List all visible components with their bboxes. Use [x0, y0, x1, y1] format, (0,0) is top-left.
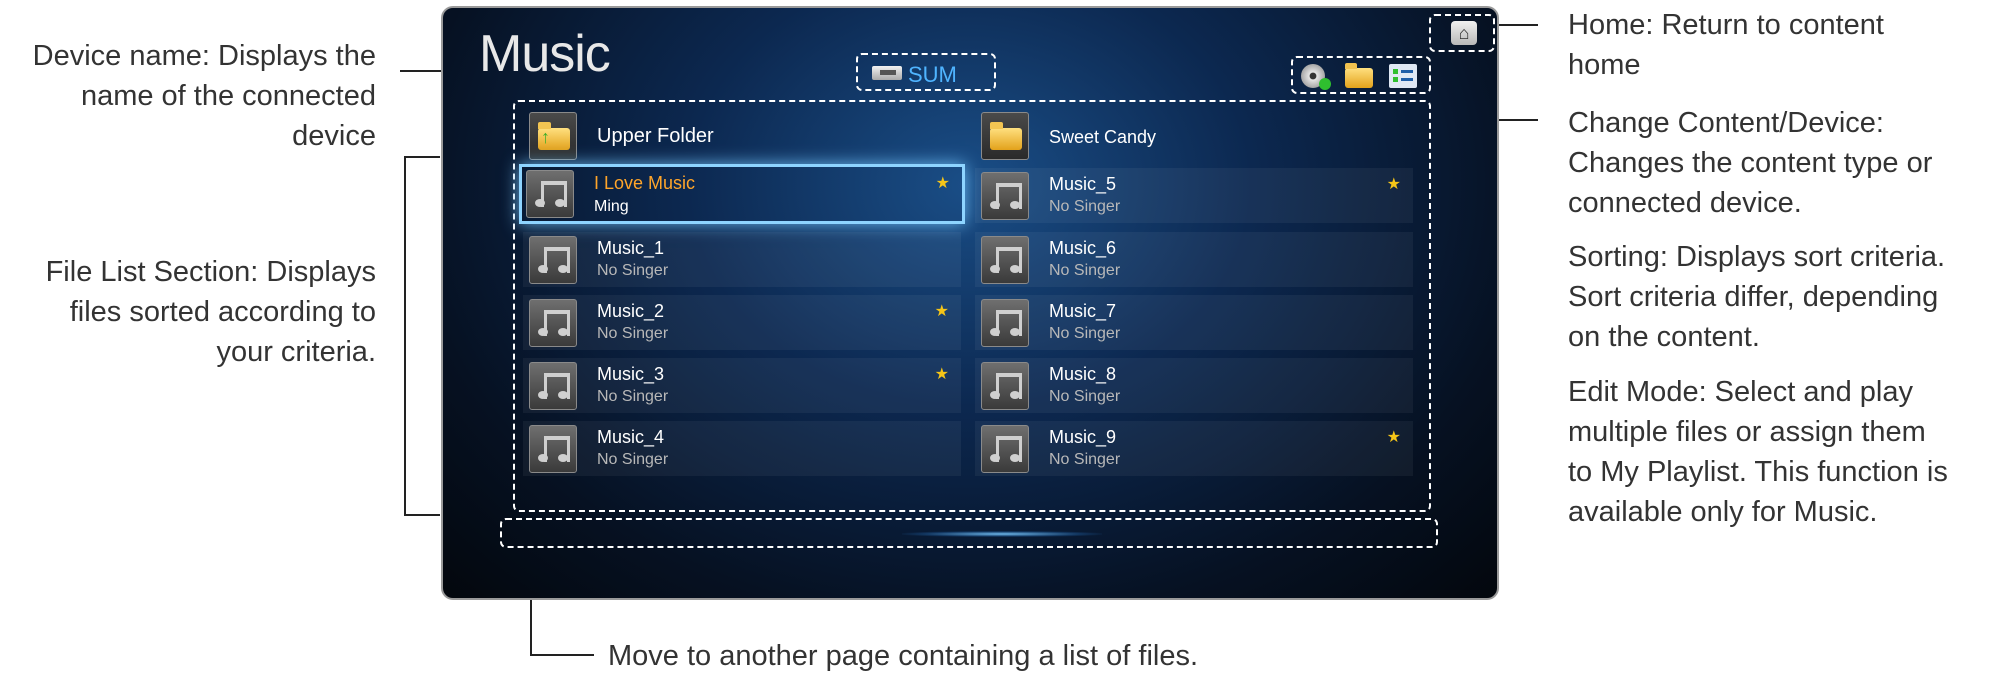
callout-device-name: Device name: Displays the name of the co… — [32, 40, 376, 152]
list-item[interactable]: Music_1 No Singer — [523, 232, 961, 287]
upper-folder-icon: ↑ — [529, 112, 577, 160]
item-artist: Ming — [594, 198, 629, 215]
item-artist: No Singer — [597, 325, 669, 342]
item-title: Music_7 — [1049, 301, 1117, 321]
callout-change-content: Change Content/Device: Changes the conte… — [1568, 107, 1933, 219]
folder-icon — [981, 112, 1029, 160]
list-item-selected[interactable]: I Love Music Ming ★ — [519, 164, 965, 224]
item-title: Music_1 — [597, 238, 665, 258]
list-item[interactable]: Music_8 No Singer — [975, 358, 1413, 413]
home-button[interactable]: ⌂ — [1429, 14, 1495, 52]
music-note-icon — [981, 172, 1029, 220]
file-list-section: ↑ Upper Folder I Love Music Ming ★ Music… — [513, 100, 1431, 512]
favorite-star-icon: ★ — [934, 366, 949, 383]
page-navigation-bar[interactable] — [500, 518, 1438, 548]
music-note-icon — [526, 170, 574, 218]
list-item-folder[interactable]: Sweet Candy — [975, 108, 1413, 163]
music-note-icon — [981, 425, 1029, 473]
bracket-file-list-bottom — [404, 514, 440, 516]
bracket-file-list-top — [404, 156, 440, 158]
favorite-star-icon: ★ — [1386, 176, 1401, 193]
list-item[interactable]: Music_7 No Singer — [975, 295, 1413, 350]
item-title: Sweet Candy — [1049, 127, 1157, 147]
device-name-button[interactable]: SUM — [856, 53, 996, 91]
item-artist: No Singer — [597, 262, 669, 279]
favorite-star-icon: ★ — [935, 175, 950, 192]
favorite-star-icon: ★ — [1386, 429, 1401, 446]
list-item[interactable]: Music_4 No Singer — [523, 421, 961, 476]
callout-edit-mode: Edit Mode: Select and play multiple file… — [1568, 376, 1948, 528]
callout-file-list: File List Section: Displays files sorted… — [45, 256, 376, 368]
item-title: Music_5 — [1049, 174, 1117, 194]
list-item[interactable]: Music_2 No Singer ★ — [523, 295, 961, 350]
item-title: Music_6 — [1049, 238, 1117, 258]
change-content-disc-icon[interactable] — [1301, 64, 1331, 90]
tv-screen: Music SUM ⌂ ↑ Upper Folder I Love Music … — [441, 6, 1499, 600]
list-item-upper-folder[interactable]: ↑ Upper Folder — [523, 108, 961, 163]
item-artist: No Singer — [1049, 451, 1121, 468]
item-artist: No Singer — [1049, 198, 1121, 215]
page-title: Music — [479, 25, 611, 83]
usb-device-icon — [872, 66, 902, 80]
home-icon: ⌂ — [1451, 21, 1477, 45]
callout-pager: Move to another page containing a list o… — [608, 640, 1199, 672]
page-indicator — [902, 531, 1102, 537]
connector-pager-horizontal — [530, 654, 594, 656]
music-note-icon — [981, 299, 1029, 347]
list-item[interactable]: Music_6 No Singer — [975, 232, 1413, 287]
music-note-icon — [529, 425, 577, 473]
connector-home — [1494, 24, 1538, 26]
item-artist: No Singer — [1049, 388, 1121, 405]
item-title: Upper Folder — [597, 125, 714, 147]
item-artist: No Singer — [597, 451, 669, 468]
edit-mode-list-icon[interactable] — [1389, 64, 1417, 88]
item-title: Music_4 — [597, 427, 665, 447]
item-artist: No Singer — [1049, 325, 1121, 342]
item-title: Music_8 — [1049, 364, 1117, 384]
item-title: I Love Music — [594, 173, 696, 193]
list-item[interactable]: Music_3 No Singer ★ — [523, 358, 961, 413]
list-item[interactable]: Music_5 No Singer ★ — [975, 168, 1413, 223]
item-title: Music_2 — [597, 301, 665, 321]
device-name-label: SUM — [908, 62, 957, 87]
callout-home: Home: Return to content home — [1568, 9, 1884, 81]
item-artist: No Singer — [597, 388, 669, 405]
toolbar — [1291, 56, 1431, 94]
callout-sorting: Sorting: Displays sort criteria. Sort cr… — [1568, 241, 1946, 353]
music-note-icon — [529, 299, 577, 347]
item-artist: No Singer — [1049, 262, 1121, 279]
bracket-file-list — [404, 156, 406, 516]
list-item[interactable]: Music_9 No Singer ★ — [975, 421, 1413, 476]
item-title: Music_9 — [1049, 427, 1117, 447]
music-note-icon — [529, 362, 577, 410]
item-title: Music_3 — [597, 364, 665, 384]
music-note-icon — [981, 236, 1029, 284]
music-note-icon — [981, 362, 1029, 410]
sorting-folder-icon[interactable] — [1345, 63, 1373, 88]
music-note-icon — [529, 236, 577, 284]
favorite-star-icon: ★ — [934, 303, 949, 320]
